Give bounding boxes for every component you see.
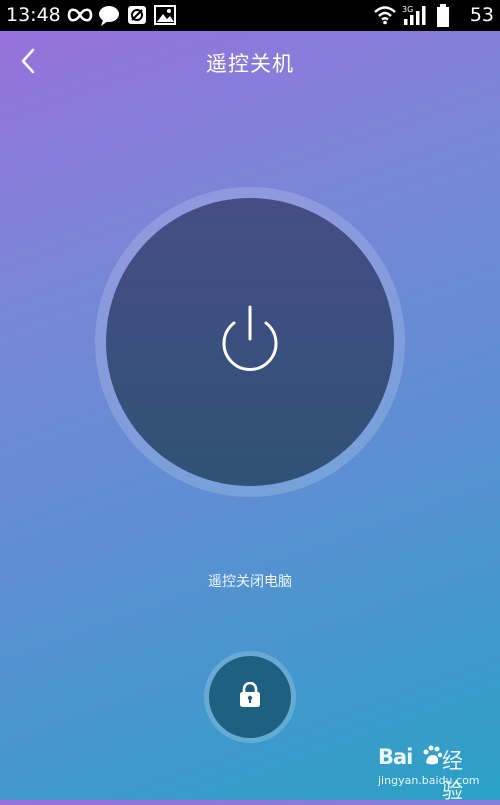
status-bar: 13:48 3G 53 [0,0,500,31]
blocked-icon [127,5,147,29]
baidu-watermark: Bai 经验 jingyan.baidu.com [378,745,480,803]
lock-button[interactable] [209,656,291,738]
watermark-url: jingyan.baidu.com [378,774,480,787]
watermark-brand: Bai [378,745,413,769]
signal-icon: 3G [402,4,430,30]
header: 遥控关机 [0,31,500,93]
network-type-label: 3G [402,5,413,14]
baidu-paw-icon [422,745,443,771]
power-button[interactable] [106,198,394,486]
battery-level: 53 [469,4,494,26]
power-icon [213,303,287,381]
battery-icon [436,4,450,32]
page-title: 遥控关机 [206,52,294,76]
action-label: 遥控关闭电脑 [208,574,292,590]
chat-bubble-icon [98,5,120,31]
infinity-icon [66,5,94,29]
lock-icon [238,681,262,712]
wifi-icon [373,5,397,29]
image-icon [154,5,176,29]
status-time: 13:48 [6,4,61,26]
